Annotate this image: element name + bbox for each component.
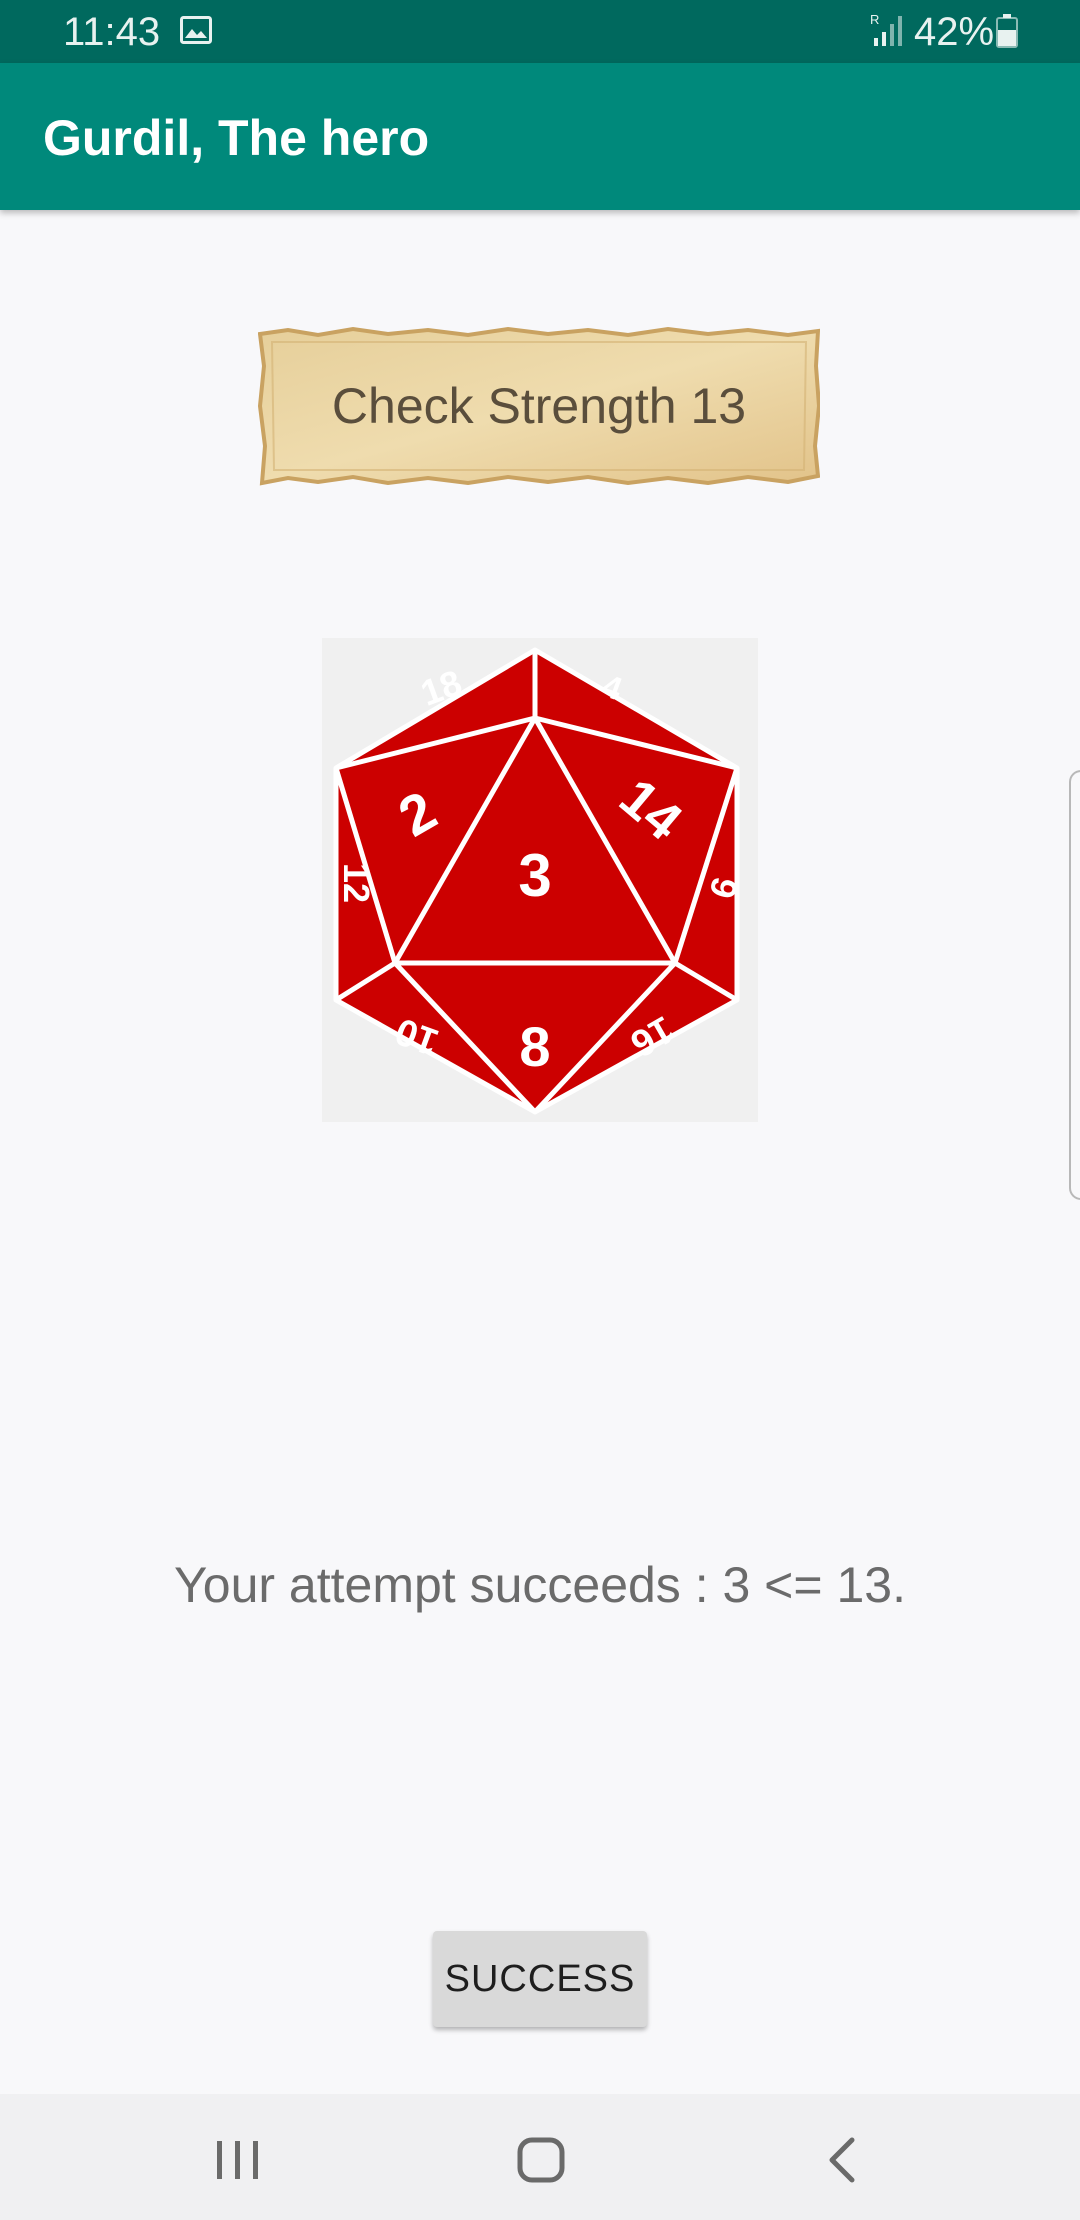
check-label: Check Strength 13	[331, 378, 747, 434]
edge-panel-handle[interactable]	[1069, 770, 1080, 1200]
result-message: Your attempt succeeds : 3 <= 13.	[174, 1557, 906, 1613]
home-icon[interactable]	[516, 2136, 566, 2184]
app-title: Gurdil, The hero	[43, 110, 430, 166]
dice-face-8: 8	[519, 1015, 550, 1078]
back-icon[interactable]	[820, 2134, 866, 2186]
success-button[interactable]: SUCCESS	[433, 1931, 647, 2027]
dice-rolled-value: 3	[518, 842, 551, 909]
recents-icon[interactable]	[211, 2137, 265, 2183]
dice-face-12: 12	[336, 863, 377, 903]
check-banner: Check Strength 13	[258, 326, 820, 486]
svg-text:R: R	[870, 12, 879, 27]
battery-percent: 42%	[914, 10, 995, 54]
d20-dice-image: 3 8 18 4 2 14 12 6 10 16	[322, 638, 758, 1122]
battery-icon	[996, 14, 1018, 48]
image-icon	[180, 16, 212, 44]
signal-icon: R	[870, 12, 902, 46]
navigation-bar	[0, 2094, 1080, 2220]
app-bar: Gurdil, The hero	[0, 63, 1080, 210]
status-bar: 11:43 R 42%	[0, 0, 1080, 63]
status-time: 11:43	[63, 10, 161, 54]
